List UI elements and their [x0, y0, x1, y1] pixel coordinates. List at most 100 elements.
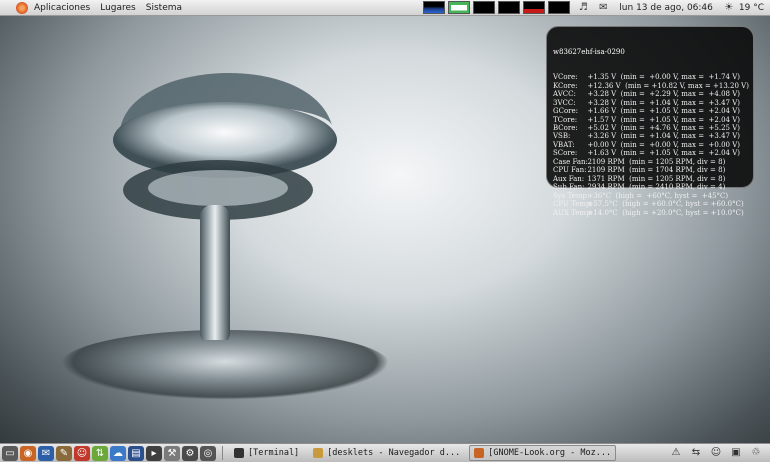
sensor-label: Sys Temp:: [553, 191, 590, 200]
sensor-row: SCore: +1.63 V (min = +1.05 V, max = +2.…: [553, 149, 747, 157]
update-icon[interactable]: ⚠: [669, 447, 683, 459]
sensor-row: BCore: +5.02 V (min = +4.76 V, max = +5.…: [553, 124, 747, 132]
tools-icon[interactable]: ⚒: [164, 445, 180, 461]
sensor-value: +1.66 V (min = +1.05 V, max = +2.04 V): [583, 107, 741, 116]
sensors-desklet[interactable]: w83627ehf-isa-0290 VCore: +1.35 V (min =…: [546, 26, 754, 217]
sensor-value: +1.35 V (min = +0.00 V, max = +1.74 V): [583, 73, 741, 82]
sensor-label: VSB:: [553, 132, 571, 141]
sensor-value: +14.0°C (high = +20.0°C, hyst = +10.0°C): [583, 208, 744, 217]
load-monitor[interactable]: [523, 1, 546, 14]
sensor-value: +1.63 V (min = +1.05 V, max = +2.04 V): [583, 149, 741, 158]
sensor-label: Sub Fan:: [553, 183, 585, 192]
sensor-label: Aux Fan:: [553, 174, 585, 183]
firefox-icon: [474, 448, 485, 458]
thunderbird-icon[interactable]: ✉: [38, 445, 54, 461]
sensor-row: Sys Temp: +36°C (high = +60°C, hyst = +4…: [553, 192, 747, 200]
sensor-label: SCore:: [553, 149, 578, 158]
ubuntu-icon[interactable]: [16, 1, 28, 14]
panel-separator: [222, 446, 223, 460]
sensor-row: AUX Temp: +14.0°C (high = +20.0°C, hyst …: [553, 209, 747, 217]
sensor-value: +36°C (high = +60°C, hyst = +45°C): [583, 191, 729, 200]
terminal-icon: [234, 448, 244, 458]
sensor-label: VCore:: [553, 73, 578, 82]
sensor-value: 2934 RPM (min = 2410 RPM, div = 4): [583, 183, 726, 192]
trash-icon[interactable]: ♲: [749, 447, 763, 459]
mail-icon[interactable]: ✉: [596, 2, 610, 14]
sensor-row: TCore: +1.57 V (min = +1.05 V, max = +2.…: [553, 116, 747, 124]
taskbar-label: [GNOME-Look.org - Moz...: [488, 448, 612, 458]
taskbar-button[interactable]: [desklets - Navegador d...: [308, 445, 465, 461]
sensor-row: Aux Fan: 1371 RPM (min = 1205 RPM, div =…: [553, 175, 747, 183]
sensor-value: +57.5°C (high = +60.0°C, hyst = +60.0°C): [583, 200, 744, 209]
sensor-label: Case Fan:: [553, 157, 588, 166]
sensor-label: 3VCC:: [553, 98, 576, 107]
sensor-row: VCore: +1.35 V (min = +0.00 V, max = +1.…: [553, 73, 747, 81]
sensor-value: +0.00 V (min = +0.00 V, max = +0.00 V): [583, 140, 741, 149]
sensor-value: +5.02 V (min = +4.76 V, max = +5.25 V): [583, 123, 741, 132]
sensor-row: VSB: +3.26 V (min = +1.04 V, max = +3.47…: [553, 132, 747, 140]
menu-sistema[interactable]: Sistema: [146, 3, 182, 13]
settings-icon[interactable]: ⚙: [182, 445, 198, 461]
sensor-label: CPU Fan:: [553, 166, 587, 175]
sensor-row: CPU Temp: +57.5°C (high = +60.0°C, hyst …: [553, 200, 747, 208]
sensor-row: GCore: +1.66 V (min = +1.05 V, max = +2.…: [553, 107, 747, 115]
sensor-row: VBAT: +0.00 V (min = +0.00 V, max = +0.0…: [553, 141, 747, 149]
sensor-value: 2109 RPM (min = 1704 RPM, div = 8): [583, 166, 726, 175]
bittorrent-icon[interactable]: ⇅: [92, 445, 108, 461]
weather-temperature[interactable]: 19 °C: [739, 3, 764, 13]
sensor-label: VBAT:: [553, 140, 575, 149]
weather-icon[interactable]: ☀: [722, 2, 736, 14]
taskbar-button[interactable]: [GNOME-Look.org - Moz...: [469, 445, 617, 461]
task-list: [Terminal] [desklets - Navegador d... [GNO…: [229, 445, 620, 461]
sensor-row: Case Fan: 2109 RPM (min = 1205 RPM, div …: [553, 158, 747, 166]
top-panel: Aplicaciones Lugares Sistema ♬ ✉ lun 13 …: [0, 0, 770, 16]
memory-monitor[interactable]: [448, 1, 471, 14]
notification-tray: ⚠ ⇆ ☺ ▣ ♲: [666, 447, 766, 459]
office-icon[interactable]: ▤: [128, 445, 144, 461]
cpu-monitor[interactable]: [423, 1, 446, 14]
disk-monitor[interactable]: [548, 1, 571, 14]
bottom-panel: ▭ ◉ ✉ ✎ ☺ ⇅ ☁ ▤ ▸ ⚒ ⚙ ◎ [Terminal] [desklets - Naveg…: [0, 443, 770, 462]
network-monitor[interactable]: [473, 1, 496, 14]
desklet-rows: VCore: +1.35 V (min = +0.00 V, max = +1.…: [553, 73, 749, 217]
sensor-row: Sub Fan: 2934 RPM (min = 2410 RPM, div =…: [553, 183, 747, 191]
clock[interactable]: lun 13 de ago, 06:46: [619, 3, 713, 13]
sensor-value: 1371 RPM (min = 1205 RPM, div = 8): [583, 174, 726, 183]
menu-lugares[interactable]: Lugares: [100, 3, 136, 13]
taskbar-label: [desklets - Navegador d...: [327, 448, 461, 458]
camera-icon[interactable]: ◎: [200, 445, 216, 461]
sensor-value: +3.28 V (min = +2.29 V, max = +4.08 V): [583, 90, 741, 99]
volume-icon[interactable]: ♬: [576, 2, 590, 14]
sensor-value: +3.26 V (min = +1.04 V, max = +3.47 V): [583, 132, 741, 141]
sensor-row: AVCC: +3.28 V (min = +2.29 V, max = +4.0…: [553, 90, 747, 98]
wallpaper-water-ripple: [60, 330, 390, 400]
firefox-icon[interactable]: ◉: [20, 445, 36, 461]
chat-tray-icon[interactable]: ☺: [709, 447, 723, 459]
network-tray-icon[interactable]: ⇆: [689, 447, 703, 459]
swap-monitor[interactable]: [498, 1, 521, 14]
wallpaper-water-splash: [113, 72, 337, 340]
display-icon[interactable]: ▣: [729, 447, 743, 459]
sensor-label: TCore:: [553, 115, 578, 124]
taskbar-button[interactable]: [Terminal]: [229, 445, 304, 461]
sensor-label: CPU Temp:: [553, 200, 593, 209]
sensor-label: GCore:: [553, 107, 579, 116]
sensor-label: BCore:: [553, 123, 578, 132]
sensor-value: +3.28 V (min = +1.04 V, max = +3.47 V): [583, 98, 741, 107]
terminal-icon[interactable]: ▸: [146, 445, 162, 461]
sensor-row: KCore: +12.36 V (min = +10.82 V, max = +…: [553, 81, 749, 90]
pidgin-icon[interactable]: ☺: [74, 445, 90, 461]
launcher-group: ▭ ◉ ✉ ✎ ☺ ⇅ ☁ ▤ ▸ ⚒ ⚙ ◎: [0, 445, 216, 461]
taskbar-label: [Terminal]: [248, 448, 300, 458]
show-desktop-icon[interactable]: ▭: [2, 445, 18, 461]
sensor-label: AUX Temp:: [553, 208, 593, 217]
gimp-icon[interactable]: ✎: [56, 445, 72, 461]
menu-aplicaciones[interactable]: Aplicaciones: [34, 3, 90, 13]
sensor-row: 3VCC: +3.28 V (min = +1.04 V, max = +3.4…: [553, 99, 747, 107]
sensor-label: KCore:: [553, 81, 578, 90]
network-icon[interactable]: ☁: [110, 445, 126, 461]
folder-icon: [313, 448, 324, 458]
sensor-value: +1.57 V (min = +1.05 V, max = +2.04 V): [583, 115, 741, 124]
desklet-title: w83627ehf-isa-0290: [553, 47, 625, 56]
sensor-label: AVCC:: [553, 90, 576, 99]
